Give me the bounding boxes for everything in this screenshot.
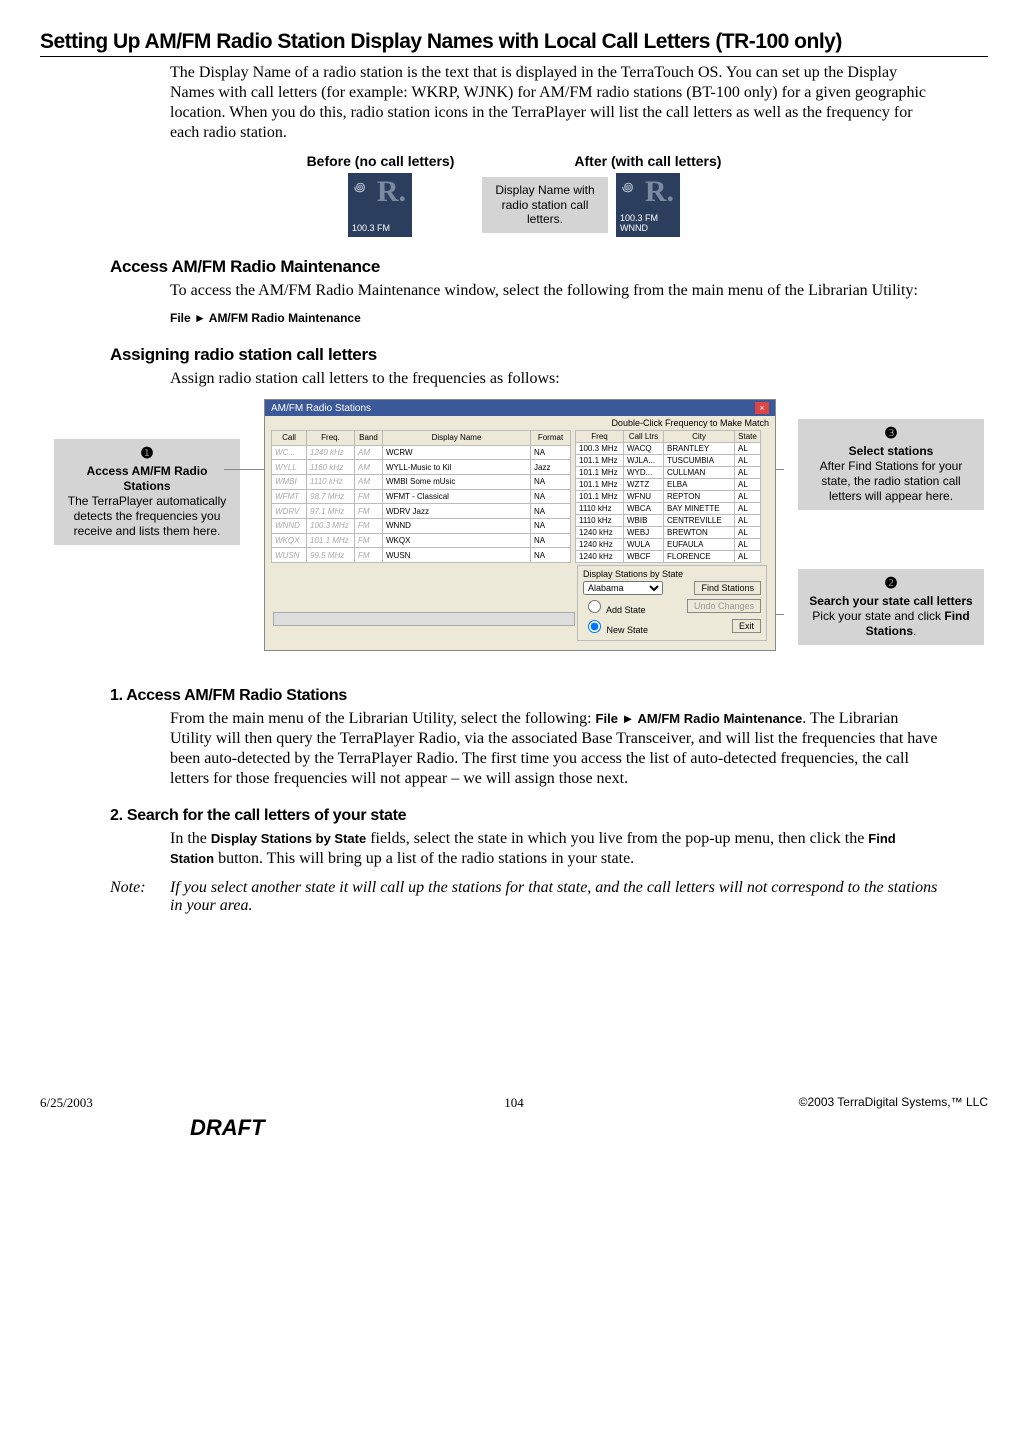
state-select[interactable]: Alabama xyxy=(583,581,663,595)
step1-paragraph: From the main menu of the Librarian Util… xyxy=(170,709,938,789)
callout-text-2c: . xyxy=(913,624,916,638)
callout-text-2a: Pick your state and click xyxy=(812,609,944,623)
signal-icon: ꩜ xyxy=(622,179,633,196)
access-paragraph: To access the AM/FM Radio Maintenance wi… xyxy=(170,281,938,301)
table-row[interactable]: 101.1 MHzWJLA...TUSCUMBIAAL xyxy=(576,455,761,467)
callout-step1: ❶ Access AM/FM Radio Stations The TerraP… xyxy=(54,439,240,545)
state-stations-table[interactable]: Freq Call Ltrs City State 100.3 MHzWACQB… xyxy=(575,430,761,563)
note-label: Note: xyxy=(110,879,170,915)
after-call-text: WNND xyxy=(620,223,676,233)
table-row[interactable]: WFMT98.7 MHzFMWFMT - ClassicalNA xyxy=(272,489,571,504)
before-label: Before (no call letters) xyxy=(307,153,455,169)
table-row[interactable]: WYLL1160 kHzAMWYLL-Music to KilJazz xyxy=(272,460,571,475)
after-freq-text: 100.3 FM xyxy=(620,213,676,223)
inline-field-dsbs: Display Stations by State xyxy=(211,831,366,846)
col-state: State xyxy=(735,431,761,443)
titlebar: AM/FM Radio Stations × xyxy=(265,400,775,416)
step2-paragraph: In the Display Stations by State fields,… xyxy=(170,829,938,869)
radio-glyph: R. xyxy=(377,175,406,209)
col-city: City xyxy=(664,431,735,443)
hint-text: Double-Click Frequency to Make Match xyxy=(265,416,775,430)
signal-icon: ꩜ xyxy=(354,179,365,196)
radio-icon-before: ꩜ R. 100.3 FM xyxy=(348,173,412,237)
table-row[interactable]: 1240 kHzWULAEUFAULAAL xyxy=(576,539,761,551)
heading-step2: 2. Search for the call letters of your s… xyxy=(110,807,988,825)
col-format: Format xyxy=(531,431,571,446)
radio-icon-after: ꩜ R. 100.3 FM WNND xyxy=(616,173,680,237)
table-row[interactable]: 101.1 MHzWYD...CULLMANAL xyxy=(576,467,761,479)
horizontal-scrollbar[interactable] xyxy=(273,612,575,626)
exit-button[interactable]: Exit xyxy=(732,619,761,633)
table-row[interactable]: WKQX101.1 MHzFMWKQXNA xyxy=(272,533,571,548)
app-window: AM/FM Radio Stations × Double-Click Freq… xyxy=(264,399,776,651)
close-icon[interactable]: × xyxy=(755,402,769,414)
window-title: AM/FM Radio Stations xyxy=(271,403,371,414)
controls-panel: Display Stations by State Alabama Find S… xyxy=(577,565,767,644)
table-row[interactable]: 1240 kHzWBCFFLORENCEAL xyxy=(576,551,761,563)
col-call: Call xyxy=(272,431,307,446)
heading-assigning: Assigning radio station call letters xyxy=(110,345,988,365)
table-row[interactable]: 101.1 MHzWFNUREPTONAL xyxy=(576,491,761,503)
table-row[interactable]: 1110 kHzWBIBCENTREVILLEAL xyxy=(576,515,761,527)
callout-title-3: Select stations xyxy=(849,444,934,458)
new-state-radio[interactable]: New State xyxy=(583,617,648,635)
display-by-state-label: Display Stations by State xyxy=(583,569,761,579)
col-freq: Freq. xyxy=(307,431,355,446)
page-footer: 6/25/2003 ©2003 TerraDigital Systems,™ L… xyxy=(40,1095,988,1141)
table-row[interactable]: WDRV97.1 MHzFMWDRV JazzNA xyxy=(272,504,571,519)
note-row: Note: If you select another state it wil… xyxy=(110,879,988,915)
after-label: After (with call letters) xyxy=(574,153,721,169)
col-callltr: Call Ltrs xyxy=(624,431,664,443)
draft-watermark: DRAFT xyxy=(190,1115,988,1141)
callout-number-1: ❶ xyxy=(62,445,232,464)
heading-access: Access AM/FM Radio Maintenance xyxy=(110,257,988,277)
table-row[interactable]: 100.3 MHzWACQBRANTLEYAL xyxy=(576,443,761,455)
col-band: Band xyxy=(355,431,383,446)
table-row[interactable]: 1110 kHzWBCABAY MINETTEAL xyxy=(576,503,761,515)
find-stations-button[interactable]: Find Stations xyxy=(694,581,761,595)
before-freq-text: 100.3 FM xyxy=(352,223,408,233)
table-row[interactable]: WUSN99.5 MHzFMWUSNNA xyxy=(272,548,571,563)
table-row[interactable]: WMBI1110 kHzAMWMBI Some mUsicNA xyxy=(272,474,571,489)
footer-copyright: ©2003 TerraDigital Systems,™ LLC xyxy=(799,1095,988,1109)
radio-glyph: R. xyxy=(645,175,674,209)
callout-number-3: ❸ xyxy=(806,425,976,444)
callout-title-2: Search your state call letters xyxy=(809,594,972,608)
detected-frequencies-table[interactable]: Call Freq. Band Display Name Format WC..… xyxy=(271,430,571,563)
table-row[interactable]: 101.1 MHzWZTZELBAAL xyxy=(576,479,761,491)
undo-changes-button[interactable]: Undo Changes xyxy=(687,599,761,613)
callout-step2: ❷ Search your state call letters Pick yo… xyxy=(798,569,984,645)
callout-step3: ❸ Select stations After Find Stations fo… xyxy=(798,419,984,510)
screenshot-area: ❶ Access AM/FM Radio Stations The TerraP… xyxy=(64,399,964,669)
callout-text-1: The TerraPlayer automatically detects th… xyxy=(68,494,227,538)
footer-date: 6/25/2003 xyxy=(40,1095,93,1111)
heading-step1: 1. Access AM/FM Radio Stations xyxy=(110,687,988,705)
table-row[interactable]: WNND100.3 MHzFMWNNDNA xyxy=(272,518,571,533)
display-name-callout: Display Name with radio station call let… xyxy=(482,177,608,232)
intro-paragraph: The Display Name of a radio station is t… xyxy=(170,63,938,143)
callout-number-2: ❷ xyxy=(806,575,976,594)
menu-path-access: File ► AM/FM Radio Maintenance xyxy=(170,311,988,325)
inline-menu-path: File ► AM/FM Radio Maintenance xyxy=(596,711,803,726)
callout-title-1: Access AM/FM Radio Stations xyxy=(87,464,208,493)
add-state-radio[interactable]: Add State xyxy=(583,597,646,615)
callout-text-3: After Find Stations for your state, the … xyxy=(820,459,963,503)
table-row[interactable]: WC...1240 kHzAMWCRWNA xyxy=(272,445,571,460)
note-text: If you select another state it will call… xyxy=(170,879,938,915)
page-title: Setting Up AM/FM Radio Station Display N… xyxy=(40,30,988,57)
assign-paragraph: Assign radio station call letters to the… xyxy=(170,369,938,389)
table-row[interactable]: 1240 kHzWEBJBREWTONAL xyxy=(576,527,761,539)
col-freq2: Freq xyxy=(576,431,624,443)
col-display-name: Display Name xyxy=(383,431,531,446)
